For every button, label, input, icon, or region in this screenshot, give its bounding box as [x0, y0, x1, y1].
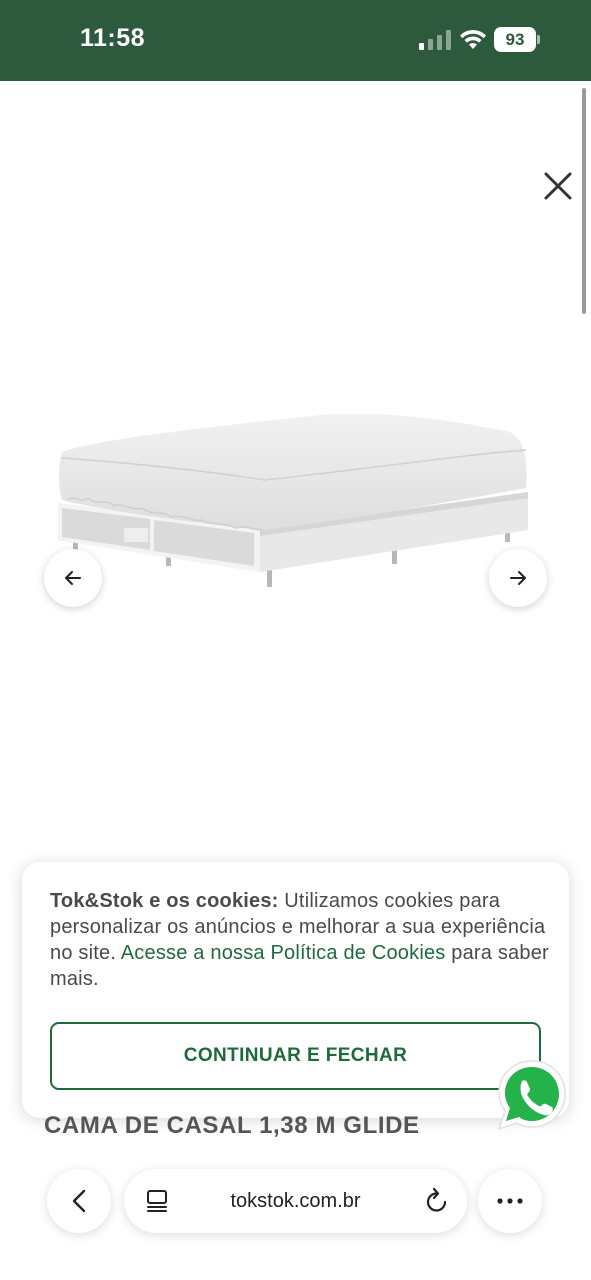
more-dots-icon	[497, 1198, 523, 1204]
battery-icon: 93	[494, 27, 540, 52]
cookie-message: Tok&Stok e os cookies: Utilizamos cookie…	[50, 888, 550, 992]
continue-and-close-button[interactable]: CONTINUAR E FECHAR	[50, 1022, 541, 1090]
wifi-icon	[460, 29, 486, 49]
status-bar: 11:58 93	[0, 0, 591, 81]
product-title: CAMA DE CASAL 1,38 M GLIDE	[44, 1112, 420, 1139]
tabs-icon[interactable]	[144, 1188, 170, 1214]
cookie-banner: Tok&Stok e os cookies: Utilizamos cookie…	[22, 862, 569, 1118]
chevron-left-icon	[72, 1189, 86, 1213]
browser-back-button[interactable]	[47, 1169, 111, 1233]
carousel-prev-button[interactable]	[44, 549, 102, 607]
whatsapp-icon[interactable]	[495, 1058, 569, 1132]
address-bar[interactable]: tokstok.com.br	[124, 1169, 467, 1233]
more-options-button[interactable]	[478, 1169, 542, 1233]
url-text[interactable]: tokstok.com.br	[184, 1169, 407, 1233]
reload-icon[interactable]	[424, 1187, 450, 1215]
battery-level: 93	[505, 30, 525, 49]
cookie-policy-link[interactable]: Acesse a nossa Política de Cookies	[121, 942, 446, 964]
arrow-right-icon	[510, 571, 526, 585]
product-image	[58, 413, 528, 587]
cellular-signal-icon	[419, 30, 451, 50]
close-button[interactable]	[539, 167, 577, 205]
status-time: 11:58	[80, 24, 146, 52]
close-icon	[544, 172, 572, 200]
carousel-next-button[interactable]	[489, 549, 547, 607]
arrow-left-icon	[65, 571, 81, 585]
cookie-title: Tok&Stok e os cookies:	[50, 890, 279, 912]
page-scrollbar[interactable]	[582, 88, 586, 314]
